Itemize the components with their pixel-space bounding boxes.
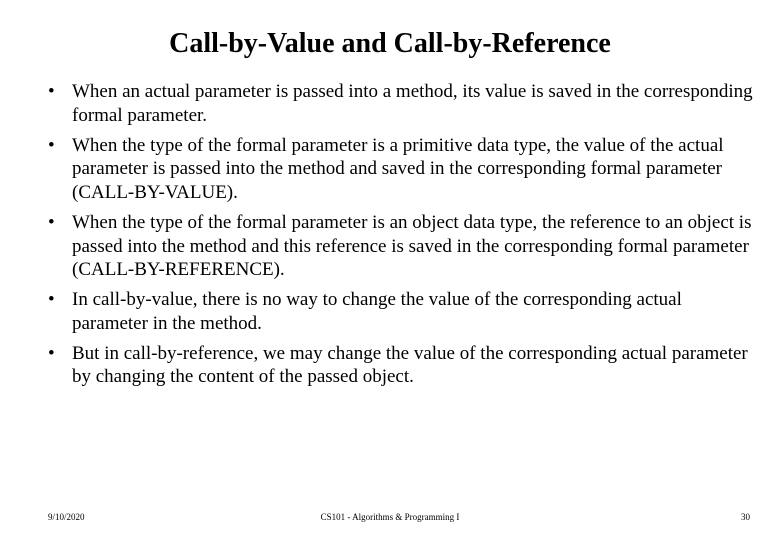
list-item: When an actual parameter is passed into … (48, 80, 760, 128)
list-item: In call-by-value, there is no way to cha… (48, 288, 760, 336)
slide-title: Call-by-Value and Call-by-Reference (0, 0, 780, 80)
footer-page-number: 30 (741, 512, 750, 522)
slide-content: When an actual parameter is passed into … (0, 80, 780, 389)
list-item: But in call-by-reference, we may change … (48, 342, 760, 390)
slide: Call-by-Value and Call-by-Reference When… (0, 0, 780, 540)
footer-course: CS101 - Algorithms & Programming I (0, 512, 780, 522)
list-item: When the type of the formal parameter is… (48, 211, 760, 282)
bullet-list: When an actual parameter is passed into … (48, 80, 760, 389)
list-item: When the type of the formal parameter is… (48, 134, 760, 205)
